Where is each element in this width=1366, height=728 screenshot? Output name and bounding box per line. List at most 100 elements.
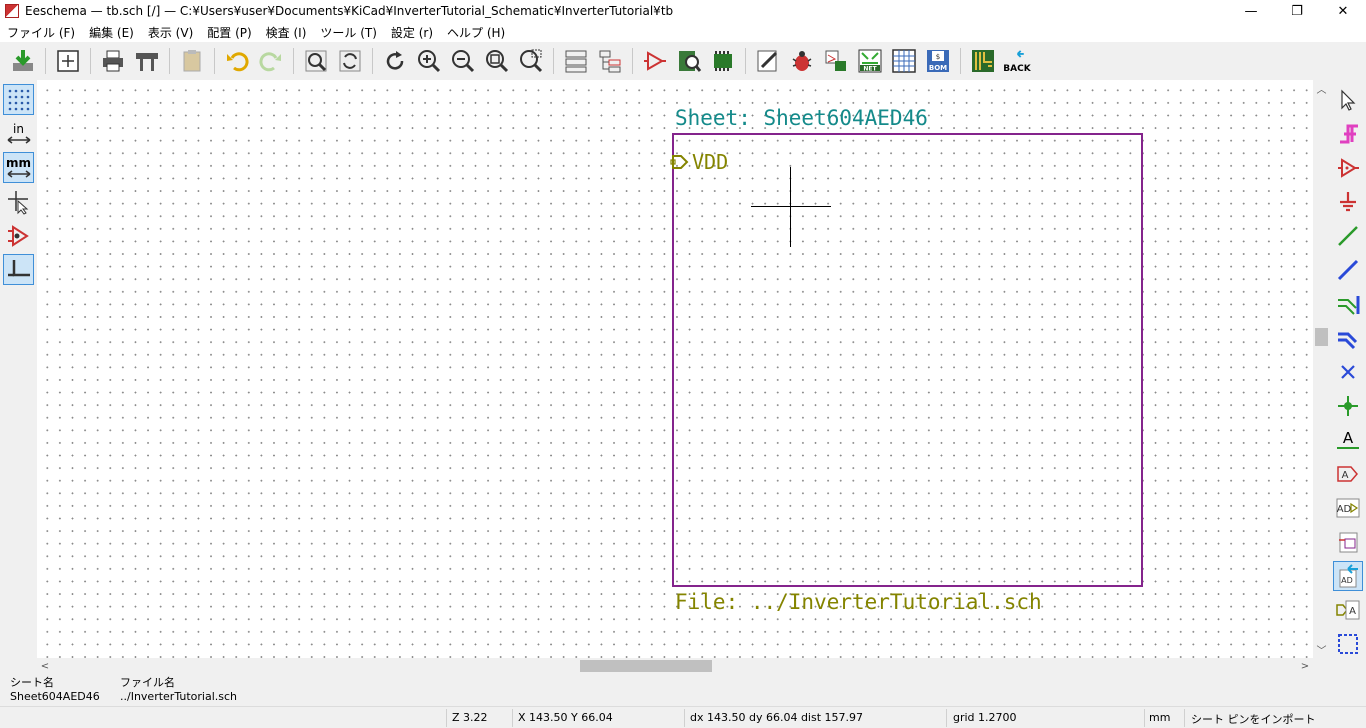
zoom-in-icon xyxy=(418,50,441,73)
menu-preferences[interactable]: 設定 (r) xyxy=(384,24,440,41)
add-power-button[interactable] xyxy=(1333,187,1363,217)
scroll-left-icon[interactable]: < xyxy=(37,658,53,674)
page-settings-button[interactable] xyxy=(53,46,83,76)
hierarchical-sheet[interactable] xyxy=(672,133,1143,587)
add-sheet-button[interactable] xyxy=(1333,527,1363,557)
add-bus-button[interactable] xyxy=(1333,255,1363,285)
zoom-out-button[interactable] xyxy=(448,46,478,76)
hierarchy-icon xyxy=(565,50,587,73)
maximize-button[interactable]: ❐ xyxy=(1274,0,1320,22)
menu-file[interactable]: ファイル (F) xyxy=(0,24,82,41)
toolbar-separator xyxy=(214,48,215,74)
find-replace-button[interactable] xyxy=(335,46,365,76)
add-wire-button[interactable] xyxy=(1333,221,1363,251)
global-label-icon: A xyxy=(1337,466,1358,482)
info-file-name-value: ../InverterTutorial.sch xyxy=(120,690,238,703)
find-replace-icon xyxy=(339,50,361,72)
library-browser-icon xyxy=(679,51,702,72)
sheet-file-label[interactable]: File: ../InverterTutorial.sch xyxy=(675,590,1042,614)
net-label-text: A xyxy=(1342,428,1354,447)
import-sheet-pin-icon: AD xyxy=(1339,564,1358,588)
units-inches-button[interactable]: in xyxy=(3,118,34,149)
leave-sheet-button[interactable] xyxy=(595,46,625,76)
add-graphic-lines-button[interactable] xyxy=(1333,629,1363,659)
vertical-scroll-thumb[interactable] xyxy=(1315,328,1328,346)
paste-button[interactable] xyxy=(177,46,207,76)
horizontal-scrollbar[interactable]: < > xyxy=(37,658,1313,674)
bom-label: BOM xyxy=(929,64,947,72)
annotate-button[interactable] xyxy=(753,46,783,76)
sheet-pin-label[interactable]: VDD xyxy=(692,150,728,174)
redo-icon xyxy=(259,52,281,72)
sheet-pin-icon[interactable] xyxy=(670,155,692,169)
scroll-up-icon[interactable]: ︿ xyxy=(1313,80,1330,97)
fields-editor-button[interactable] xyxy=(889,46,919,76)
zoom-fit-button[interactable] xyxy=(482,46,512,76)
add-sheet-pin-button[interactable]: A xyxy=(1333,595,1363,625)
menu-inspect[interactable]: 検査 (I) xyxy=(259,24,314,41)
undo-button[interactable] xyxy=(222,46,252,76)
erc-button[interactable] xyxy=(787,46,817,76)
add-junction-button[interactable] xyxy=(1333,391,1363,421)
run-pcbnew-button[interactable] xyxy=(968,46,998,76)
bom-icon: $ BOM xyxy=(927,50,949,72)
status-units: mm xyxy=(1149,711,1171,724)
redo-button[interactable] xyxy=(256,46,286,76)
generate-bom-button[interactable]: $ BOM xyxy=(923,46,953,76)
close-button[interactable]: ✕ xyxy=(1320,0,1366,22)
symbol-editor-button[interactable] xyxy=(640,46,670,76)
eeschema-app-icon xyxy=(5,4,19,18)
back-annotate-button[interactable]: BACK xyxy=(1002,46,1032,76)
left-toolbar: in mm xyxy=(0,80,37,674)
add-net-label-button[interactable]: A xyxy=(1333,425,1363,455)
sheet-name-label[interactable]: Sheet: Sheet604AED46 xyxy=(675,106,928,130)
assign-footprints-button[interactable] xyxy=(821,46,851,76)
hierarchy-navigator-button[interactable] xyxy=(561,46,591,76)
wire-45-degree-button[interactable] xyxy=(3,254,34,285)
redraw-button[interactable] xyxy=(380,46,410,76)
units-mm-button[interactable]: mm xyxy=(3,152,34,183)
import-sheet-pin-button[interactable]: AD xyxy=(1333,561,1363,591)
add-hierarchical-label-button[interactable]: AD xyxy=(1333,493,1363,523)
menu-view[interactable]: 表示 (V) xyxy=(141,24,200,41)
find-button[interactable] xyxy=(301,46,331,76)
toolbar-separator xyxy=(293,48,294,74)
save-button[interactable] xyxy=(8,46,38,76)
page-settings-icon xyxy=(57,50,79,72)
schematic-canvas[interactable]: Sheet: Sheet604AED46 VDD File: ../Invert… xyxy=(37,80,1313,658)
highlight-net-button[interactable] xyxy=(1333,119,1363,149)
add-global-label-button[interactable]: A xyxy=(1333,459,1363,489)
vertical-scrollbar[interactable]: ︿ ﹀ xyxy=(1313,80,1330,658)
add-symbol-button[interactable] xyxy=(1333,153,1363,183)
info-sheet-name-value: Sheet604AED46 xyxy=(10,690,100,703)
zoom-in-button[interactable] xyxy=(414,46,444,76)
no-connect-button[interactable] xyxy=(1333,357,1363,387)
svg-text:AD: AD xyxy=(1341,576,1353,585)
menu-place[interactable]: 配置 (P) xyxy=(200,24,258,41)
wire-bus-entry-button[interactable] xyxy=(1333,289,1363,319)
select-tool-button[interactable] xyxy=(1333,85,1363,115)
menu-tools[interactable]: ツール (T) xyxy=(313,24,384,41)
zoom-fit-icon xyxy=(486,50,509,73)
status-separator xyxy=(446,709,447,727)
full-crosshair-button[interactable] xyxy=(3,186,34,217)
print-button[interactable] xyxy=(98,46,128,76)
footprint-editor-button[interactable] xyxy=(708,46,738,76)
scroll-right-icon[interactable]: > xyxy=(1297,658,1313,674)
no-connect-icon xyxy=(1341,365,1355,379)
scroll-down-icon[interactable]: ﹀ xyxy=(1313,641,1330,658)
toggle-grid-button[interactable] xyxy=(3,84,34,115)
plot-button[interactable] xyxy=(132,46,162,76)
menu-edit[interactable]: 編集 (E) xyxy=(82,24,141,41)
back-arrow-icon xyxy=(1016,49,1024,58)
zoom-selection-button[interactable] xyxy=(516,46,546,76)
minimize-button[interactable]: — xyxy=(1228,0,1274,22)
menu-help[interactable]: ヘルプ (H) xyxy=(440,24,512,41)
symbol-library-browser-button[interactable] xyxy=(674,46,704,76)
bus-bus-entry-button[interactable] xyxy=(1333,323,1363,353)
generate-netlist-button[interactable]: NET xyxy=(855,46,885,76)
horizontal-scroll-thumb[interactable] xyxy=(580,660,712,672)
show-hidden-pins-button[interactable] xyxy=(3,220,34,251)
find-icon xyxy=(305,50,327,72)
hierarchical-label-icon: AD xyxy=(1336,498,1360,518)
